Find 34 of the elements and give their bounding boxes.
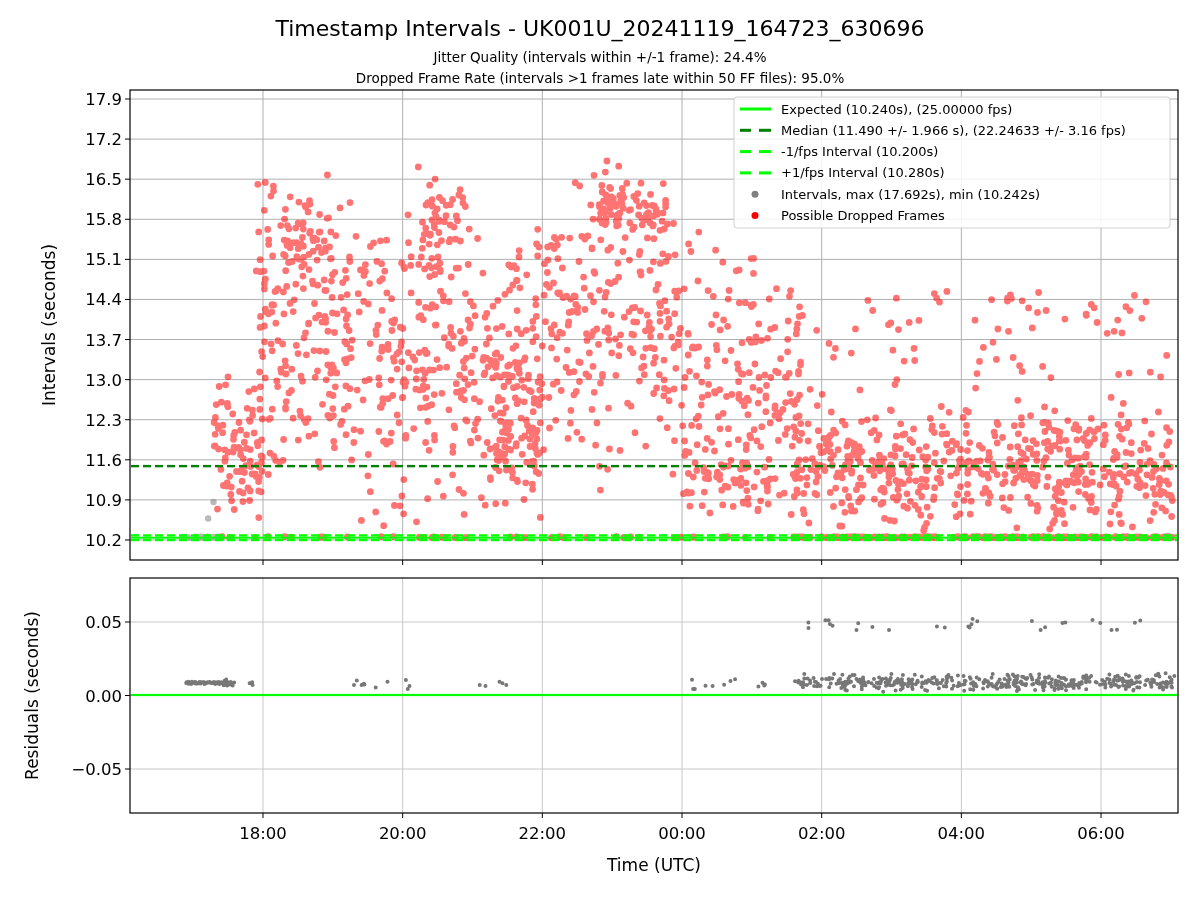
tick-label: 20:00 xyxy=(378,824,427,843)
axis-label: Time (UTC) xyxy=(607,855,701,875)
tick-label: 14.4 xyxy=(85,290,122,310)
chart-subtitle: Dropped Frame Rate (intervals >1 frames late within 50 FF files): 95.0% xyxy=(355,70,845,86)
legend-label: Intervals, max (17.692s), min (10.242s) xyxy=(781,186,1040,202)
legend-label: Median (11.490 +/- 1.966 s), (22.24633 +/- 3.16 fps) xyxy=(781,122,1126,138)
tick-label: 06:00 xyxy=(1077,824,1125,843)
tick-label: 02:00 xyxy=(797,824,846,843)
axis-label: Residuals (seconds) xyxy=(22,611,42,780)
tick-label: 17.2 xyxy=(85,130,122,150)
tick-label: 15.8 xyxy=(85,210,122,230)
tick-label: 15.1 xyxy=(85,250,122,270)
chart-subtitle: Jitter Quality (intervals within +/-1 frame): 24.4% xyxy=(433,49,767,65)
legend-label: Expected (10.240s), (25.00000 fps) xyxy=(781,101,1013,117)
legend-label: -1/fps Interval (10.200s) xyxy=(781,144,939,160)
tick-label: 00:00 xyxy=(658,824,706,843)
tick-label: 13.0 xyxy=(85,370,122,390)
tick-label: 10.2 xyxy=(85,531,122,550)
tick-label: 22:00 xyxy=(518,824,567,843)
legend-label: +1/fps Interval (10.280s) xyxy=(781,165,945,181)
tick-label: 16.5 xyxy=(85,170,122,190)
axis-label: Intervals (seconds) xyxy=(39,243,59,407)
tick-label: 17.9 xyxy=(85,90,122,109)
tick-label: −0.05 xyxy=(71,760,122,779)
legend-label: Possible Dropped Frames xyxy=(781,208,945,223)
tick-label: 10.9 xyxy=(85,490,122,510)
tick-label: 11.6 xyxy=(85,450,122,470)
tick-label: 04:00 xyxy=(937,824,986,843)
tick-label: 18:00 xyxy=(239,824,287,843)
tick-label: 0.00 xyxy=(85,686,122,706)
chart-title: Timestamp Intervals - UK001U_20241119_164723_630696 xyxy=(275,16,925,41)
tick-label: 12.3 xyxy=(85,410,122,430)
tick-label: 13.7 xyxy=(85,330,122,350)
tick-label: 0.05 xyxy=(85,613,122,632)
